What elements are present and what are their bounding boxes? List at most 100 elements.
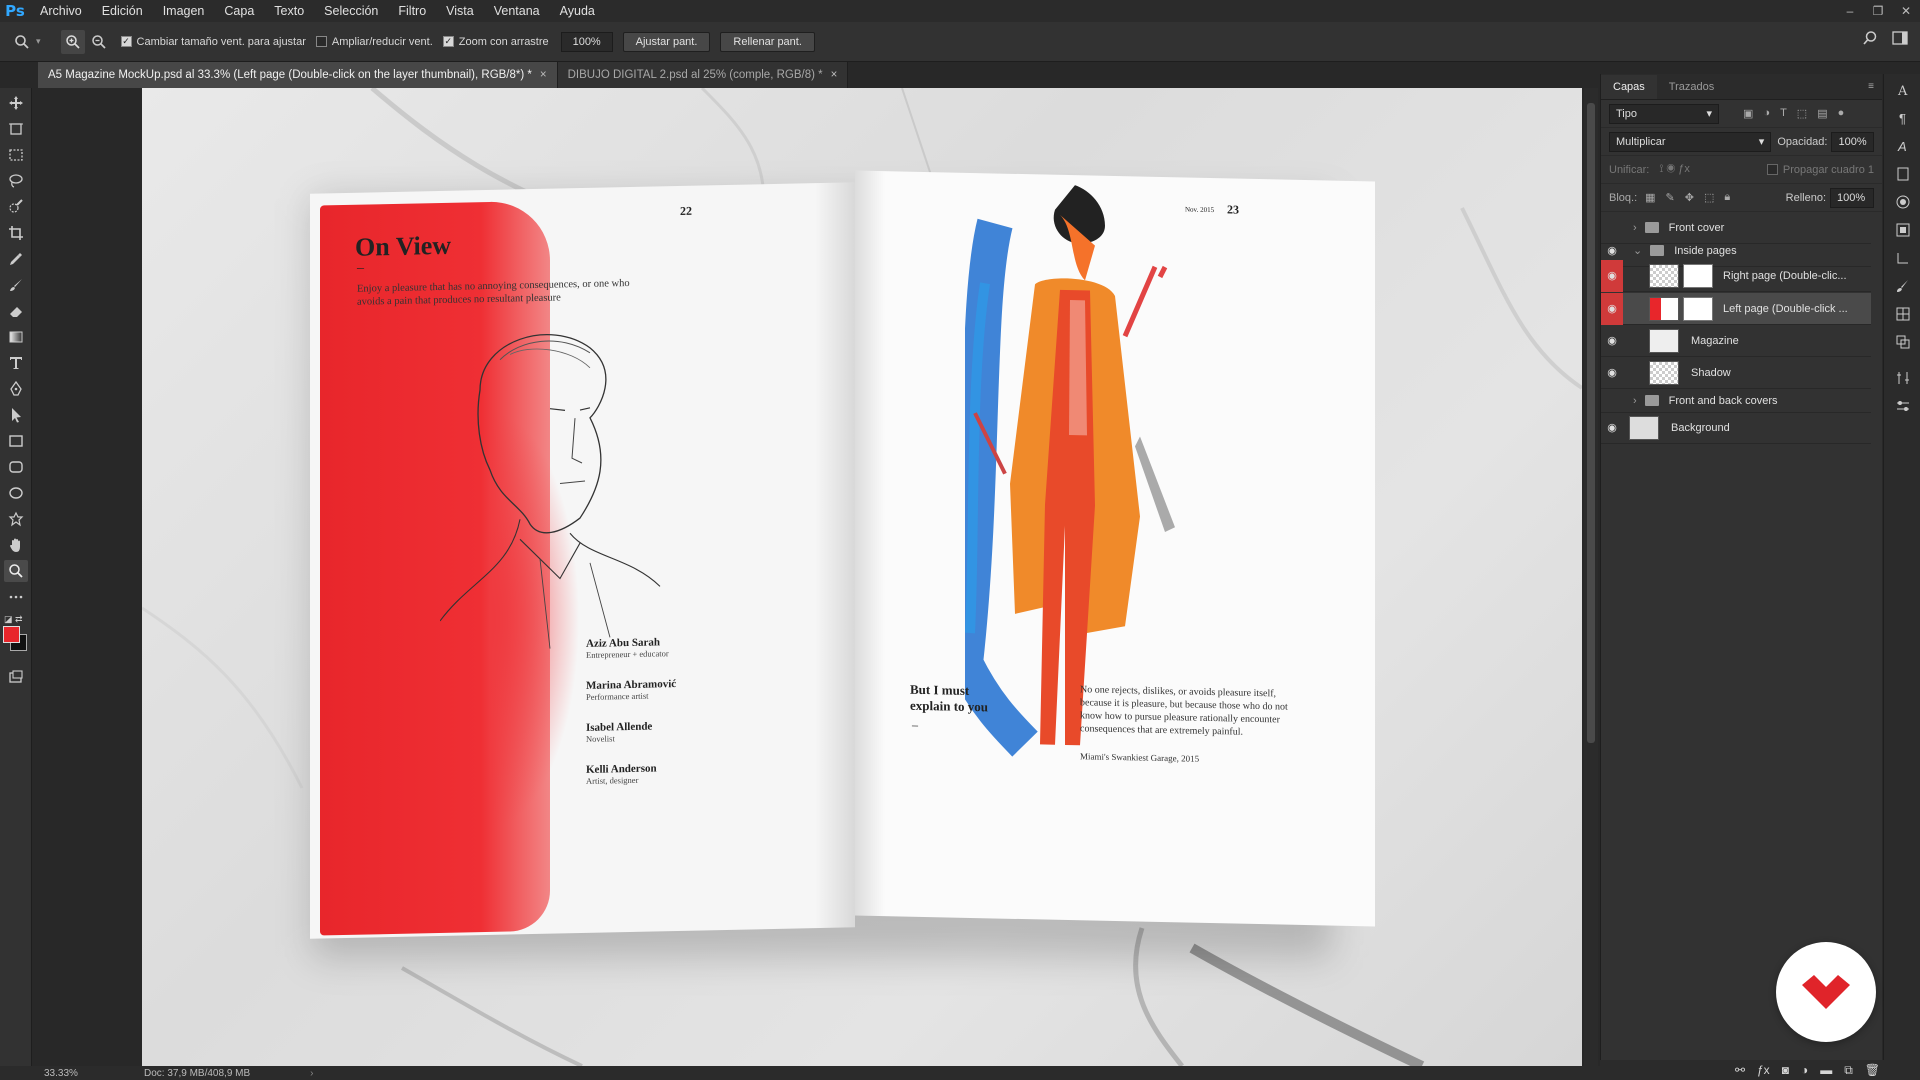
eye-icon[interactable]: ◉ xyxy=(1601,259,1623,292)
artboard-tool-icon[interactable] xyxy=(4,118,28,140)
tab-trazados[interactable]: Trazados xyxy=(1657,75,1726,99)
rectangle-tool-icon[interactable] xyxy=(4,430,28,452)
tab-capas[interactable]: Capas xyxy=(1601,75,1657,99)
document-canvas[interactable]: On View – 22 Enjoy a pleasure that has n… xyxy=(142,88,1582,1066)
close-window-icon[interactable]: ✕ xyxy=(1892,0,1920,22)
checkbox-icon[interactable] xyxy=(315,36,327,47)
adjustments-panel-icon[interactable] xyxy=(1884,188,1920,216)
menu-seleccion[interactable]: Selección xyxy=(314,0,388,22)
menu-ayuda[interactable]: Ayuda xyxy=(550,0,605,22)
blend-mode-select[interactable]: Multiplicar ▾ xyxy=(1609,131,1772,152)
crop-tool-icon[interactable] xyxy=(4,222,28,244)
hand-tool-icon[interactable] xyxy=(4,534,28,556)
adjustment-filter-icon[interactable]: ◑ xyxy=(1763,107,1770,120)
layer-left-page[interactable]: ◉ Left page (Double-click ... xyxy=(1601,292,1871,325)
screen-mode-icon[interactable] xyxy=(4,666,28,688)
propagate-option[interactable]: Propagar cuadro 1 xyxy=(1766,164,1874,176)
eraser-tool-icon[interactable] xyxy=(4,300,28,322)
link-layers-icon[interactable]: ⚯ xyxy=(1735,1063,1745,1077)
brush-tool-icon[interactable] xyxy=(4,274,28,296)
zoom-tool-active-icon[interactable] xyxy=(4,560,28,582)
new-group-icon[interactable]: ▬ xyxy=(1820,1063,1832,1077)
rounded-rectangle-tool-icon[interactable] xyxy=(4,456,28,478)
collapse-arrow-icon[interactable]: ⌄ xyxy=(1633,244,1642,257)
layer-thumbnail[interactable] xyxy=(1649,296,1679,321)
foreground-color-swatch[interactable] xyxy=(3,626,20,643)
layer-mask-thumbnail[interactable] xyxy=(1683,296,1713,321)
close-tab-icon[interactable]: × xyxy=(831,69,838,81)
resize-windows-option[interactable]: ✓ Cambiar tamaño vent. para ajustar xyxy=(120,36,306,48)
layer-filter-select[interactable]: Tipo ▾ xyxy=(1609,103,1719,124)
move-tool-icon[interactable] xyxy=(4,92,28,114)
glyphs-panel-icon[interactable]: A xyxy=(1884,132,1920,160)
lock-transparent-icon[interactable]: ▦ xyxy=(1645,191,1655,204)
close-tab-icon[interactable]: × xyxy=(540,69,547,81)
expand-arrow-icon[interactable]: › xyxy=(1633,222,1637,234)
pen-tool-icon[interactable] xyxy=(4,378,28,400)
more-tools-icon[interactable] xyxy=(4,586,28,608)
swap-colors-icon[interactable]: ◪ ⇄ xyxy=(4,614,28,626)
character-panel-icon[interactable]: A xyxy=(1884,76,1920,104)
opacity-field[interactable]: 100% xyxy=(1831,131,1874,152)
zoom-level[interactable]: 33.33% xyxy=(0,1068,100,1079)
restore-icon[interactable]: ❐ xyxy=(1864,0,1892,22)
search-icon[interactable] xyxy=(1862,30,1878,49)
checkbox-icon[interactable] xyxy=(1766,164,1778,176)
eye-icon[interactable]: ◉ xyxy=(1601,325,1623,357)
layer-shadow[interactable]: ◉ Shadow xyxy=(1601,357,1871,389)
menu-imagen[interactable]: Imagen xyxy=(153,0,215,22)
ellipse-tool-icon[interactable] xyxy=(4,482,28,504)
eye-icon[interactable]: ◉ xyxy=(1601,412,1623,444)
zoom-out-icon[interactable] xyxy=(87,30,111,54)
layer-background[interactable]: ◉ Background xyxy=(1601,412,1871,444)
minimize-icon[interactable]: – xyxy=(1836,0,1864,22)
history-panel-icon[interactable] xyxy=(1884,244,1920,272)
layer-thumbnail[interactable] xyxy=(1649,328,1679,353)
fill-field[interactable]: 100% xyxy=(1830,187,1874,208)
type-filter-icon[interactable]: T xyxy=(1780,107,1787,120)
layer-style-icon[interactable]: ƒx xyxy=(1757,1063,1770,1077)
zoom-tool-icon[interactable] xyxy=(10,30,34,54)
eyedropper-tool-icon[interactable] xyxy=(4,248,28,270)
brushes-panel-icon[interactable] xyxy=(1884,272,1920,300)
status-arrow-icon[interactable]: › xyxy=(310,1068,313,1079)
fill-screen-button[interactable]: Rellenar pant. xyxy=(720,31,815,52)
layer-mask-thumbnail[interactable] xyxy=(1683,263,1713,288)
lasso-tool-icon[interactable] xyxy=(4,170,28,192)
libraries-panel-icon[interactable] xyxy=(1884,160,1920,188)
lock-position-icon[interactable]: ✥ xyxy=(1685,191,1694,204)
filter-toggle-icon[interactable]: ● xyxy=(1838,107,1845,120)
fit-screen-button[interactable]: Ajustar pant. xyxy=(622,31,711,52)
menu-filtro[interactable]: Filtro xyxy=(388,0,436,22)
menu-archivo[interactable]: Archivo xyxy=(30,0,92,22)
scrubby-zoom-option[interactable]: ✓ Zoom con arrastre xyxy=(442,36,549,48)
tool-preset-dropdown-icon[interactable]: ▾ xyxy=(36,36,41,47)
tab-dibujo-digital[interactable]: DIBUJO DIGITAL 2.psd al 25% (comple, RGB… xyxy=(557,62,849,88)
layer-thumbnail[interactable] xyxy=(1649,263,1679,288)
photoshop-logo[interactable]: Ps xyxy=(0,0,30,22)
adjustment-layer-icon[interactable]: ◑ xyxy=(1801,1063,1808,1077)
new-layer-icon[interactable]: ⧉ xyxy=(1844,1063,1853,1078)
type-tool-icon[interactable] xyxy=(4,352,28,374)
expand-arrow-icon[interactable]: › xyxy=(1633,395,1637,407)
clone-source-panel-icon[interactable] xyxy=(1884,328,1920,356)
zoom-all-option[interactable]: Ampliar/reducir vent. xyxy=(315,36,433,48)
delete-layer-icon[interactable]: 🗑︎ xyxy=(1865,1063,1880,1077)
lock-pixels-icon[interactable]: ✎ xyxy=(1666,191,1675,204)
layer-thumbnail[interactable] xyxy=(1649,360,1679,385)
layer-right-page[interactable]: ◉ Right page (Double-clic... xyxy=(1601,259,1871,292)
lock-artboard-icon[interactable]: ⬚ xyxy=(1704,191,1714,204)
marquee-tool-icon[interactable] xyxy=(4,144,28,166)
tab-magazine-mockup[interactable]: A5 Magazine MockUp.psd al 33.3% (Left pa… xyxy=(38,62,558,88)
pixel-filter-icon[interactable]: ▣ xyxy=(1743,107,1753,120)
zoom-in-icon[interactable] xyxy=(60,29,85,54)
vertical-scrollbar[interactable] xyxy=(1584,88,1598,1066)
quick-selection-tool-icon[interactable] xyxy=(4,196,28,218)
properties-panel-icon[interactable] xyxy=(1884,392,1920,420)
custom-shape-tool-icon[interactable] xyxy=(4,508,28,530)
tool-presets-panel-icon[interactable] xyxy=(1884,364,1920,392)
paragraph-panel-icon[interactable]: ¶ xyxy=(1884,104,1920,132)
path-selection-tool-icon[interactable] xyxy=(4,404,28,426)
panel-menu-icon[interactable]: ≡ xyxy=(1860,75,1882,99)
smart-object-filter-icon[interactable]: ▤ xyxy=(1817,107,1827,120)
